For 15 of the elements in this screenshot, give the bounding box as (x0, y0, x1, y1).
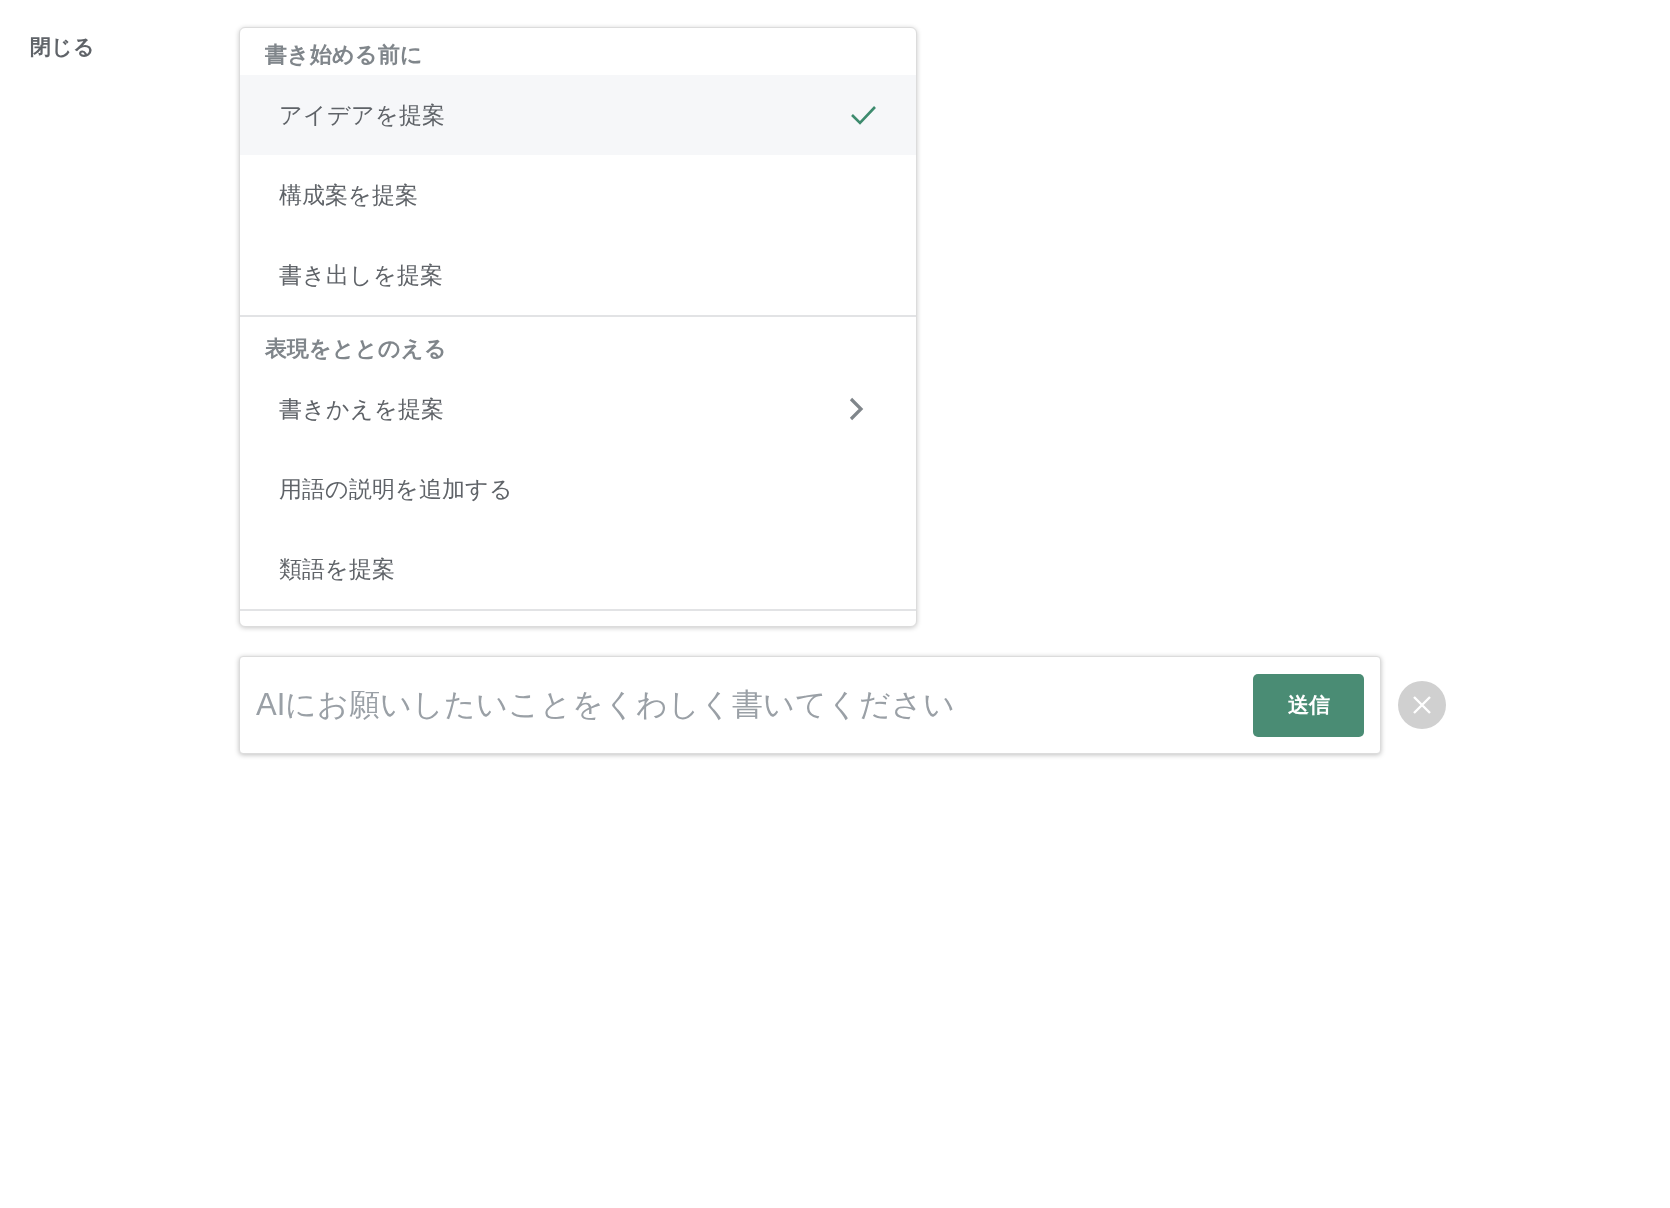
menu-item[interactable]: 用語の説明を追加する (240, 449, 916, 529)
prompt-input[interactable]: AIにお願いしたいことをくわしく書いてください (256, 675, 1241, 735)
menu-item[interactable]: 書き出しを提案 (240, 235, 916, 315)
close-link[interactable]: 閉じる (30, 32, 95, 62)
menu-item[interactable]: 書きかえを提案 (240, 369, 916, 449)
menu-item[interactable]: アイデアを提案 (240, 75, 916, 155)
send-button[interactable]: 送信 (1253, 673, 1364, 737)
section-heading: 表現をととのえる (264, 335, 448, 363)
menu-item[interactable]: 構成案を提案 (240, 155, 916, 235)
menu-item[interactable]: 類語を提案 (240, 529, 916, 609)
close-icon (1412, 695, 1432, 715)
check-icon (850, 105, 877, 125)
section-heading: 書き始める前に (264, 41, 424, 69)
close-button[interactable] (1398, 681, 1446, 729)
prompt-field[interactable]: AIにお願いしたいことをくわしく書いてください 送信 (239, 656, 1381, 754)
